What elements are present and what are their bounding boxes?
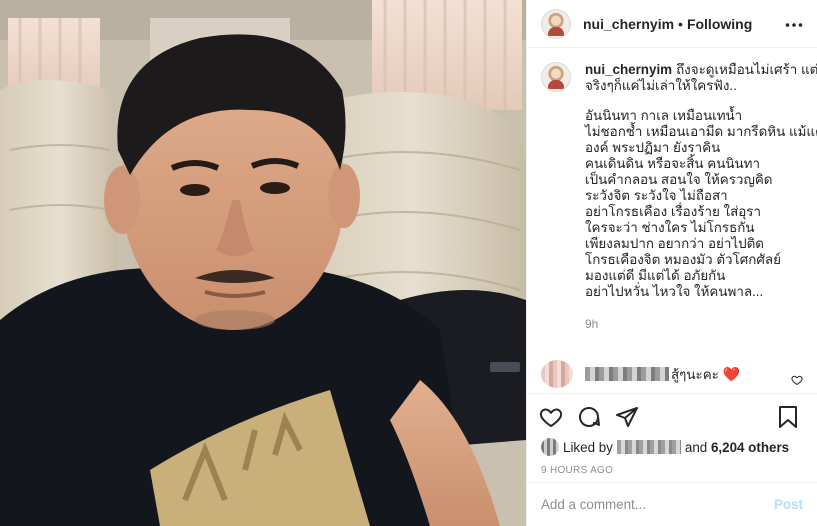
commenter-name-blurred[interactable]: [585, 367, 669, 381]
caption-line: อย่าโกรธเคือง เรื่องร้าย ใส่อุรา: [585, 204, 762, 219]
comment-icon[interactable]: [577, 405, 601, 429]
caption-line: มองแต่ดี มีแต่ได้ อภัยกัน: [585, 268, 726, 283]
post-comment-button[interactable]: Post: [774, 497, 803, 512]
caption-username[interactable]: nui_chernyim: [585, 62, 672, 77]
comment-emoji: ❤️: [722, 365, 741, 382]
caption-body: nui_chernyim ถึงจะดูเหมือนไม่เศร้า แต่ จร…: [585, 62, 817, 332]
author-username[interactable]: nui_chernyim: [583, 16, 674, 32]
caption-line: คนเดินดิน หรือจะสิ้น คนนินทา: [585, 156, 761, 171]
likes-prefix: Liked by: [563, 439, 613, 455]
caption-line: องค์ พระปฏิมา ยังราคิน: [585, 140, 721, 155]
header-separator: •: [678, 15, 683, 32]
post-header: nui_chernyim • Following: [527, 0, 817, 48]
photo-illustration: [0, 0, 526, 526]
share-icon[interactable]: [615, 405, 639, 429]
more-options-icon[interactable]: [785, 15, 803, 33]
caption-line: เป็นคำกลอน สอนใจ ให้ครวญคิด: [585, 172, 773, 187]
caption-line: อันนินทา กาเล เหมือนเทน้ำ: [585, 108, 743, 123]
comment-text: สู้ๆนะคะ: [671, 366, 719, 382]
comment-input[interactable]: [541, 497, 774, 512]
liker-avatar-blurred[interactable]: [541, 438, 559, 456]
caption-line: ไม่ชอกช้ำ เหมือนเอามีด มากรีดหิน แม้แต่: [585, 124, 817, 139]
likes-summary: Liked by and 6,204 others: [539, 438, 803, 456]
caption-poem: อันนินทา กาเล เหมือนเทน้ำ ไม่ชอกช้ำ เหมื…: [585, 108, 817, 300]
comment-item: สู้ๆนะคะ ❤️: [541, 357, 803, 391]
add-comment-bar: Post: [527, 482, 817, 526]
caption-line: โกรธเคืองจิต หมองมัว ตัวโศกศัลย์: [585, 252, 781, 267]
caption-line: ระวังจิต ระวังใจ ไม่ถือสา: [585, 188, 728, 203]
heart-icon[interactable]: [539, 405, 563, 429]
bookmark-icon[interactable]: [777, 405, 799, 429]
caption-avatar[interactable]: [541, 62, 571, 92]
author-avatar[interactable]: [541, 8, 571, 39]
action-bar: [539, 404, 803, 430]
comment-like-icon[interactable]: [791, 373, 803, 391]
post-sidebar: nui_chernyim • Following nui_chernyim ถึง…: [526, 0, 817, 526]
liker-name-blurred[interactable]: [616, 440, 681, 454]
likes-count[interactable]: 6,204 others: [711, 440, 789, 455]
likes-connector: and: [684, 439, 708, 455]
caption-line: อย่าไปหวั่น ไหวใจ ให้คนพาล...: [585, 284, 764, 299]
caption-line: ใครจะว่า ช่างใคร ไม่โกรธกัน: [585, 220, 755, 235]
following-button[interactable]: Following: [687, 16, 752, 32]
caption-line: เพียงลมปาก อยากว่า อย่าไปติด: [585, 236, 764, 251]
post-photo[interactable]: [0, 0, 526, 526]
caption-time[interactable]: 9h: [585, 316, 817, 332]
commenter-avatar-blurred[interactable]: [541, 360, 573, 388]
caption: nui_chernyim ถึงจะดูเหมือนไม่เศร้า แต่ จร…: [541, 62, 817, 332]
comments-section: nui_chernyim ถึงจะดูเหมือนไม่เศร้า แต่ จร…: [527, 62, 817, 350]
post-timestamp[interactable]: 9 HOURS AGO: [539, 465, 803, 476]
